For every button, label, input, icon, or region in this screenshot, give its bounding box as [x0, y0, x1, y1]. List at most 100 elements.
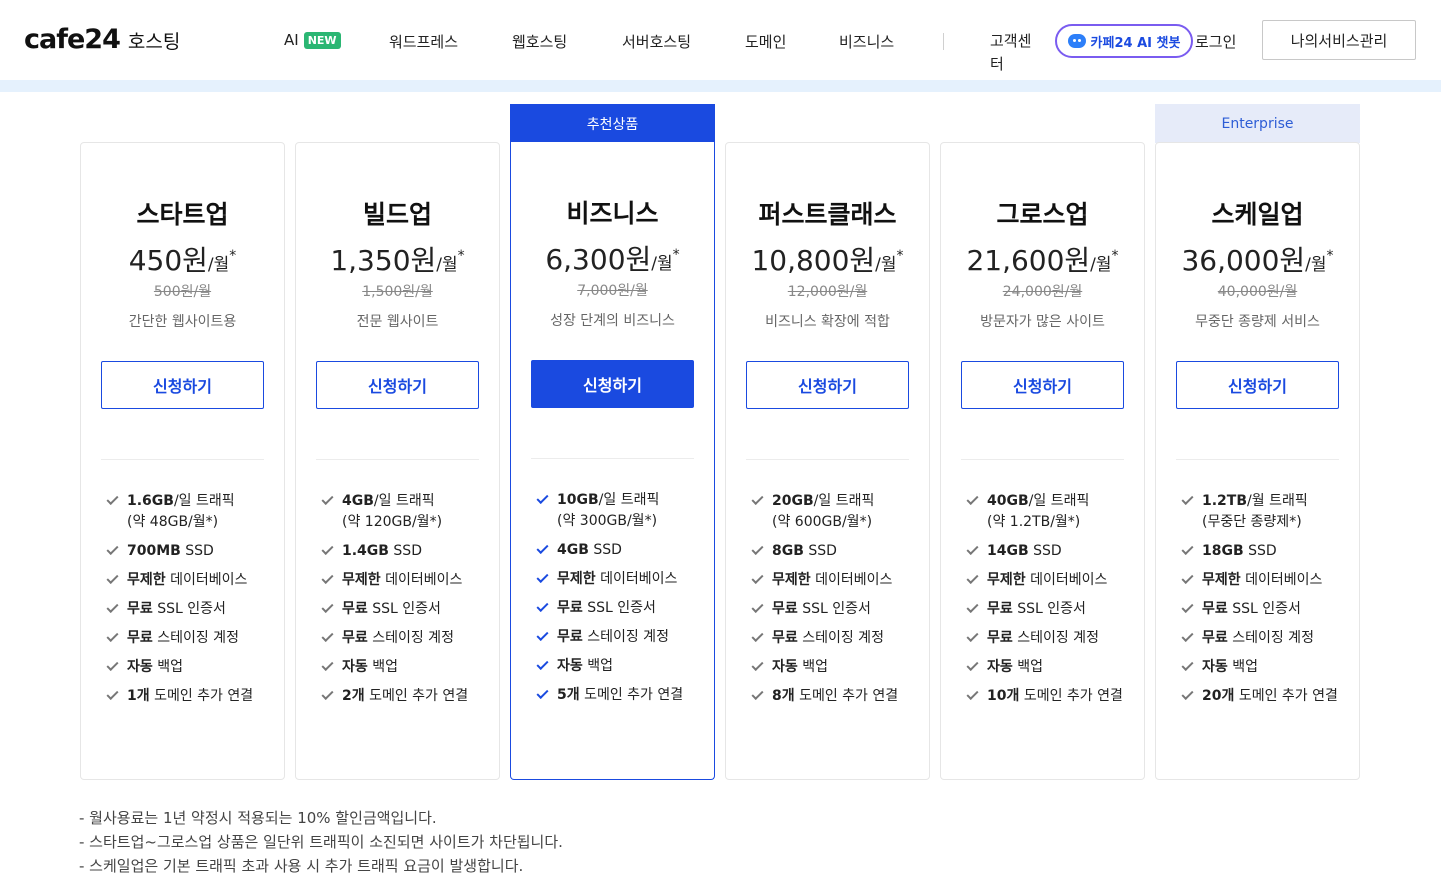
logo[interactable]: cafe24 호스팅 [24, 24, 180, 55]
feature-text: 데이터베이스 [595, 571, 678, 587]
apply-button[interactable]: 신청하기 [1176, 361, 1339, 409]
feature-text: SSD [388, 543, 422, 559]
check-icon [966, 492, 979, 506]
feature-highlight: 무료 [127, 630, 153, 646]
plan-price: 450원/월* [81, 239, 284, 279]
feature-text: 데이터베이스 [380, 572, 463, 588]
header-band [0, 80, 1441, 92]
plan-price: 10,800원/월* [726, 239, 929, 279]
my-services-button[interactable]: 나의서비스관리 [1262, 20, 1416, 60]
original-price: 40,000원/월 [1217, 284, 1298, 300]
plan-feature: 무료 SSL 인증서 [751, 599, 922, 620]
logo-subtitle: 호스팅 [127, 31, 181, 53]
nav-item-domain[interactable]: 도메인 [745, 31, 786, 52]
check-icon [321, 600, 334, 614]
plan-feature: 자동 백업 [106, 657, 277, 678]
original-price: 1,500원/월 [362, 284, 433, 300]
plan-price: 1,350원/월* [296, 239, 499, 279]
price-asterisk: * [457, 248, 465, 264]
footnote: - 월사용료는 1년 약정시 적용되는 10% 할인금액입니다. [79, 809, 437, 827]
plan-feature: 무료 SSL 인증서 [966, 599, 1137, 620]
plan-feature: 무제한 데이터베이스 [536, 569, 707, 590]
feature-text: SSL 인증서 [582, 600, 656, 616]
plan-feature: 18GB SSD [1181, 541, 1352, 562]
divider [1176, 459, 1339, 460]
check-icon [751, 571, 764, 585]
plan-feature: 무료 스테이징 계정 [321, 628, 492, 649]
plan-card-startup: 스타트업 450원/월* 500원/월 간단한 웹사이트용 신청하기 1.6GB/일 트래… [80, 142, 285, 780]
feature-highlight: 무제한 [342, 572, 381, 588]
divider [531, 458, 694, 459]
check-icon [106, 492, 119, 506]
nav-item-wordpress[interactable]: 워드프레스 [389, 31, 458, 52]
feature-highlight: 무료 [987, 601, 1013, 617]
apply-button[interactable]: 신청하기 [316, 361, 479, 409]
check-icon [536, 657, 549, 671]
feature-highlight: 1.6GB [127, 493, 174, 509]
original-price: 7,000원/월 [577, 283, 648, 299]
feature-highlight: 무료 [557, 629, 583, 645]
plan-feature: 20개 도메인 추가 연결 [1181, 686, 1352, 707]
plan-card-business: 비즈니스 6,300원/월* 7,000원/월 성장 단계의 비즈니스 신청하기 10GB… [510, 142, 715, 780]
plan-feature: 무제한 데이터베이스 [321, 570, 492, 591]
plan-feature: 무료 스테이징 계정 [536, 627, 707, 648]
check-icon [536, 599, 549, 613]
feature-highlight: 자동 [987, 659, 1013, 675]
original-price: 12,000원/월 [787, 284, 868, 300]
plan-feature: 무료 스테이징 계정 [106, 628, 277, 649]
nav-item-serverhosting[interactable]: 서버호스팅 [622, 31, 691, 52]
nav-item-business[interactable]: 비즈니스 [839, 31, 894, 52]
feature-text: SSL 인증서 [367, 601, 441, 617]
plan-feature: 1개 도메인 추가 연결 [106, 686, 277, 707]
feature-text: 스테이징 계정 [1227, 630, 1314, 646]
plan-description: 방문자가 많은 사이트 [980, 314, 1105, 330]
feature-highlight: 1개 [127, 688, 150, 704]
divider [316, 459, 479, 460]
support-link[interactable]: 고객센터 [990, 30, 1036, 76]
divider [961, 459, 1124, 460]
check-icon [751, 687, 764, 701]
price-asterisk: * [229, 248, 237, 264]
apply-button[interactable]: 신청하기 [101, 361, 264, 409]
feature-highlight: 14GB [987, 543, 1029, 559]
feature-highlight: 4GB [557, 542, 589, 558]
plan-card-scaleup: 스케일업 36,000원/월* 40,000원/월 무중단 종량제 서비스 신청하기 1.… [1155, 142, 1360, 780]
feature-text: 스테이징 계정 [1012, 630, 1099, 646]
divider [746, 459, 909, 460]
price-amount: 6,300원 [545, 243, 652, 276]
feature-text: /월 트래픽 [1247, 493, 1308, 509]
plan-feature: 1.6GB/일 트래픽 (약 48GB/월*) [106, 491, 277, 533]
feature-highlight: 10GB [557, 492, 599, 508]
check-icon [536, 570, 549, 584]
nav-item-label: AI [284, 31, 299, 49]
feature-highlight: 10개 [987, 688, 1020, 704]
nav-item-webhosting[interactable]: 웹호스팅 [512, 31, 567, 52]
check-icon [1181, 600, 1194, 614]
plan-feature: 14GB SSD [966, 541, 1137, 562]
feature-text: SSL 인증서 [797, 601, 871, 617]
login-link[interactable]: 로그인 [1195, 31, 1236, 52]
check-icon [536, 541, 549, 555]
apply-button[interactable]: 신청하기 [531, 360, 694, 408]
check-icon [1181, 571, 1194, 585]
feature-text: /일 트래픽 [373, 493, 435, 509]
plan-feature: 20GB/일 트래픽 (약 600GB/월*) [751, 491, 922, 533]
feature-list: 1.2TB/월 트래픽 (무중단 종량제*) 18GB SSD 무제한 데이터베이스 무… [1181, 491, 1352, 715]
feature-text: /일 트래픽 [1028, 493, 1090, 509]
feature-highlight: 1.4GB [342, 543, 389, 559]
price-asterisk: * [1111, 248, 1119, 264]
feature-highlight: 무료 [342, 601, 368, 617]
plan-description: 무중단 종량제 서비스 [1195, 314, 1320, 330]
plan-feature: 자동 백업 [536, 656, 707, 677]
nav-item-ai[interactable]: AI NEW [284, 31, 341, 49]
check-icon [751, 542, 764, 556]
plan-name: 빌드업 [362, 200, 432, 229]
feature-text: SSD [803, 543, 837, 559]
apply-button[interactable]: 신청하기 [746, 361, 909, 409]
feature-list: 4GB/일 트래픽 (약 120GB/월*) 1.4GB SSD 무제한 데이터베이스… [321, 491, 492, 715]
feature-text: 도메인 추가 연결 [149, 688, 254, 704]
feature-text: 스테이징 계정 [582, 629, 669, 645]
price-asterisk: * [1326, 248, 1334, 264]
apply-button[interactable]: 신청하기 [961, 361, 1124, 409]
chatbot-button[interactable]: 카페24 AI 챗봇 [1055, 24, 1193, 58]
